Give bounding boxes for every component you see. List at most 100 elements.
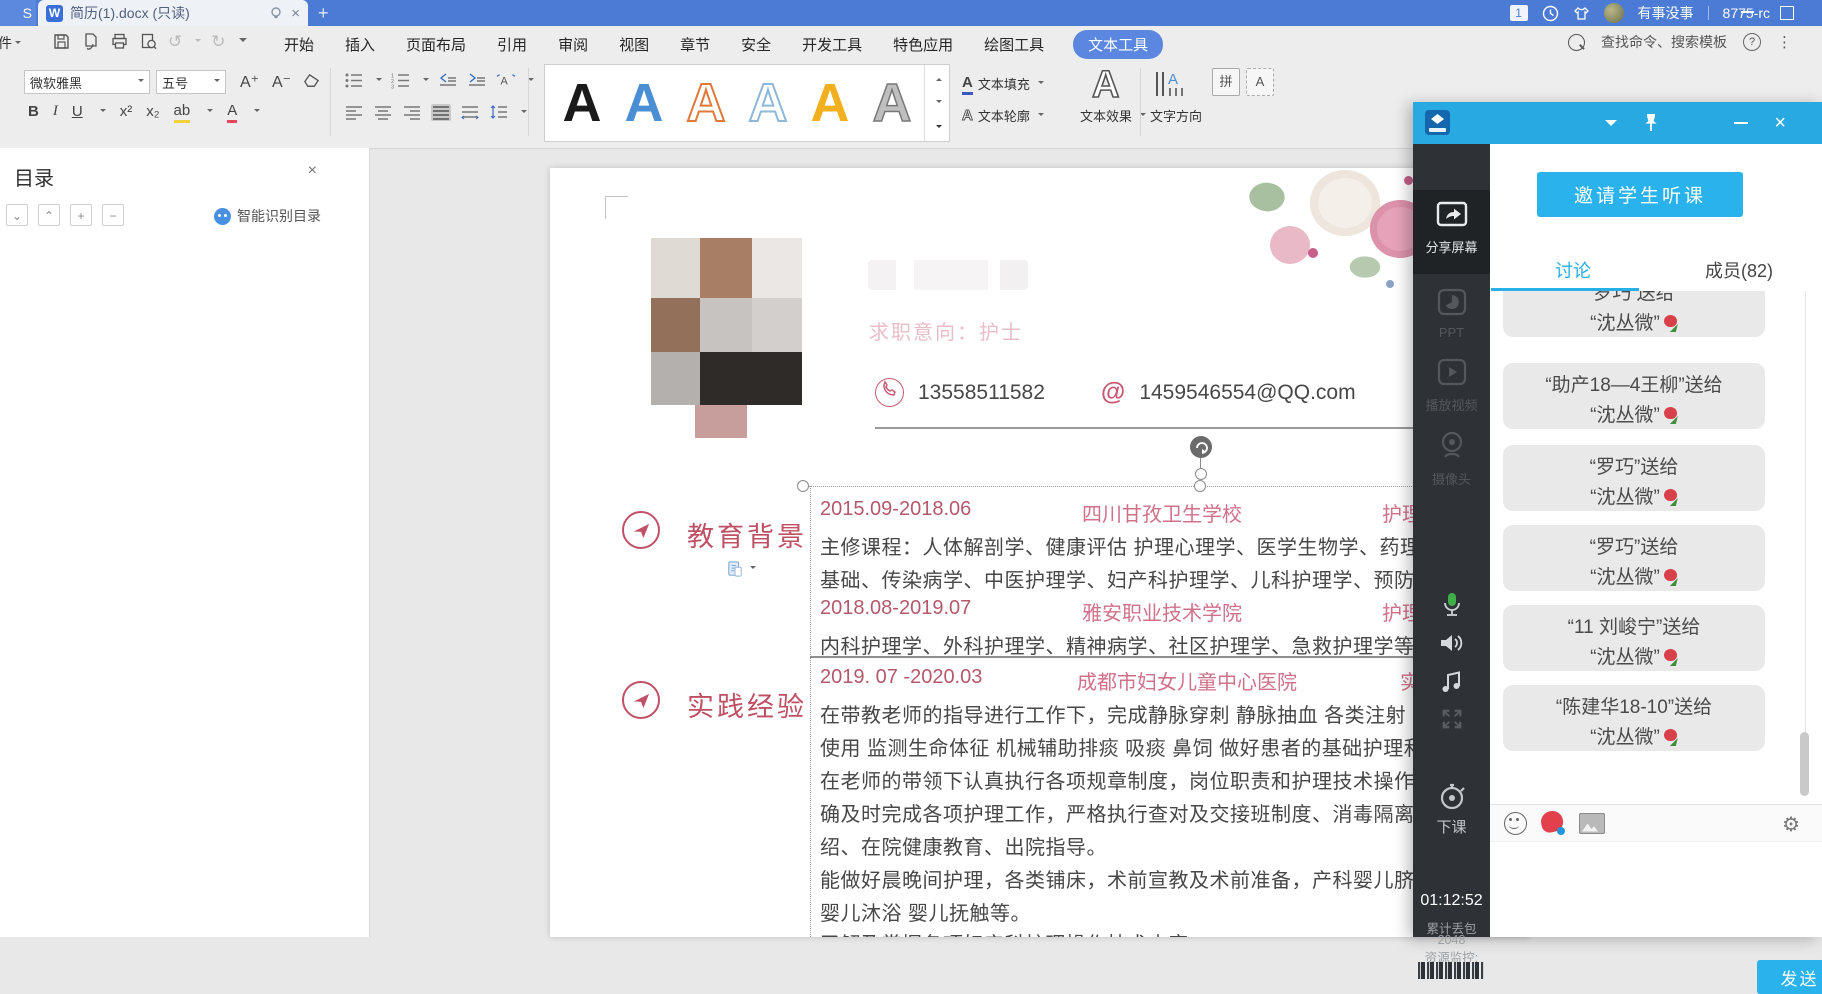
char-scale-icon[interactable]: A: [496, 72, 516, 89]
char-border-button[interactable]: A: [1246, 68, 1274, 96]
paste-options-button[interactable]: [727, 560, 756, 578]
chevron-down-icon[interactable]: [521, 110, 527, 116]
increase-indent-icon[interactable]: [467, 72, 487, 89]
invite-students-button[interactable]: 邀请学生听课: [1537, 172, 1743, 217]
window-restore-button[interactable]: [1780, 6, 1794, 20]
panel-minimize-button[interactable]: [1734, 122, 1748, 124]
tab-insert[interactable]: 插入: [343, 31, 377, 58]
file-menu-button[interactable]: 文件: [0, 33, 21, 53]
wordart-style-3[interactable]: A: [687, 76, 726, 130]
tab-review[interactable]: 审阅: [556, 31, 590, 58]
redo-icon[interactable]: ↻: [211, 32, 225, 51]
speaker-button[interactable]: [1413, 632, 1490, 654]
sidebar-item-play-video[interactable]: 播放视频: [1413, 358, 1490, 414]
align-center-icon[interactable]: [373, 104, 393, 121]
more-menu-icon[interactable]: ⋮: [1777, 33, 1792, 51]
tab-discussion[interactable]: 讨论: [1490, 252, 1656, 290]
text-outline-button[interactable]: A 文本轮廓: [962, 106, 1044, 125]
print-icon[interactable]: [110, 32, 129, 51]
send-image-icon[interactable]: [1579, 813, 1605, 834]
font-size-select[interactable]: 五号: [156, 70, 226, 94]
wordart-style-1[interactable]: A: [563, 76, 602, 130]
panel-close-icon[interactable]: ×: [1774, 113, 1786, 133]
selection-handle[interactable]: [1195, 468, 1207, 480]
panel-dropdown-icon[interactable]: [1605, 120, 1617, 132]
selection-handle[interactable]: [797, 480, 809, 492]
customize-toolbar-icon[interactable]: [239, 38, 247, 46]
sidebar-item-camera[interactable]: 摄像头: [1413, 430, 1490, 488]
tab-members[interactable]: 成员(82): [1656, 252, 1822, 290]
send-rose-icon[interactable]: [1541, 811, 1565, 835]
tab-page-layout[interactable]: 页面布局: [404, 31, 468, 58]
document-tab[interactable]: W 简历(1).docx (只读) ×: [38, 0, 308, 26]
distribute-icon[interactable]: [460, 104, 480, 121]
text-fill-button[interactable]: A 文本填充: [962, 74, 1044, 93]
wordart-style-5[interactable]: A: [811, 76, 850, 130]
tab-references[interactable]: 引用: [495, 31, 529, 58]
search-placeholder[interactable]: 查找命令、搜索模板: [1601, 32, 1727, 52]
pin-icon[interactable]: [1641, 112, 1661, 134]
close-doc-icon[interactable]: ×: [291, 5, 300, 22]
tab-security[interactable]: 安全: [739, 31, 773, 58]
text-effect-button[interactable]: 文本效果: [1080, 106, 1146, 125]
chat-scrollbar-track[interactable]: [1805, 291, 1806, 766]
tab-view[interactable]: 视图: [617, 31, 651, 58]
skin-icon[interactable]: [1573, 5, 1590, 22]
font-color-button[interactable]: A: [227, 102, 237, 121]
wordart-style-2[interactable]: A: [625, 76, 664, 130]
italic-button[interactable]: I: [53, 103, 58, 120]
phonetic-guide-button[interactable]: 拼: [1212, 68, 1240, 96]
chat-input-area[interactable]: [1490, 843, 1822, 937]
end-class-button[interactable]: 下课: [1413, 782, 1490, 837]
gallery-more-icon[interactable]: [936, 125, 942, 131]
mic-button[interactable]: [1413, 592, 1490, 618]
chat-message-list[interactable]: 罗巧 送给 “沈丛微” “助产18—4王柳”送给 “沈丛微” “罗巧”送给 “沈…: [1490, 291, 1822, 766]
wps-logo-partial[interactable]: S: [0, 0, 36, 26]
toc-collapse-button[interactable]: −: [102, 204, 124, 226]
text-direction-button[interactable]: 文字方向: [1150, 106, 1202, 125]
undo-dropdown-icon[interactable]: [195, 39, 201, 45]
smart-toc-button[interactable]: 智能识别目录: [214, 206, 321, 226]
shrink-font-button[interactable]: A⁻: [272, 72, 291, 92]
underline-button[interactable]: U: [72, 103, 83, 120]
sync-icon[interactable]: [1542, 5, 1559, 22]
chevron-down-icon[interactable]: [423, 78, 429, 84]
undo-icon[interactable]: ↺: [168, 32, 182, 51]
document-page[interactable]: 求职意向：护士 13558511582 @ 1459546554@QQ.com …: [550, 168, 1530, 937]
chat-settings-gear-icon[interactable]: ⚙: [1782, 812, 1800, 837]
selection-handle[interactable]: [1194, 480, 1206, 492]
toc-close-icon[interactable]: ×: [308, 162, 317, 180]
font-name-select[interactable]: 微软雅黑: [24, 70, 150, 94]
tip-bulb-icon[interactable]: [269, 6, 283, 20]
toc-next-heading-button[interactable]: ⌄: [6, 204, 28, 226]
tab-special-apps[interactable]: 特色应用: [891, 31, 955, 58]
chevron-down-icon[interactable]: [254, 109, 260, 115]
chevron-down-icon[interactable]: [100, 109, 106, 115]
help-icon[interactable]: ?: [1743, 33, 1761, 51]
tab-drawing-tools[interactable]: 绘图工具: [982, 31, 1046, 58]
decrease-indent-icon[interactable]: [438, 72, 458, 89]
gallery-up-icon[interactable]: [936, 75, 942, 81]
new-tab-button[interactable]: +: [318, 2, 329, 24]
tab-text-tools-active[interactable]: 文本工具: [1073, 30, 1163, 59]
chevron-down-icon[interactable]: [207, 109, 213, 115]
grow-font-button[interactable]: A⁺: [240, 72, 259, 92]
justify-icon-active[interactable]: [431, 104, 451, 121]
sidebar-item-ppt[interactable]: PPT: [1413, 288, 1490, 340]
highlight-color-button[interactable]: ab: [174, 102, 191, 121]
doc-count-badge[interactable]: 1: [1510, 5, 1528, 21]
text-effect-icon[interactable]: A: [1092, 64, 1119, 107]
export-pdf-icon[interactable]: [81, 32, 100, 51]
panel-titlebar[interactable]: ×: [1413, 102, 1822, 144]
wordart-style-4[interactable]: A: [749, 76, 788, 130]
tab-developer[interactable]: 开发工具: [800, 31, 864, 58]
tab-section[interactable]: 章节: [678, 31, 712, 58]
user-name[interactable]: 有事没事: [1638, 3, 1694, 23]
print-preview-icon[interactable]: [139, 32, 158, 51]
text-direction-icon[interactable]: A: [1153, 68, 1187, 100]
music-button[interactable]: [1413, 670, 1490, 694]
chevron-down-icon[interactable]: [376, 78, 382, 84]
line-spacing-icon[interactable]: [489, 104, 509, 121]
window-minimize-button[interactable]: [1741, 11, 1754, 13]
toc-prev-heading-button[interactable]: ⌃: [38, 204, 60, 226]
